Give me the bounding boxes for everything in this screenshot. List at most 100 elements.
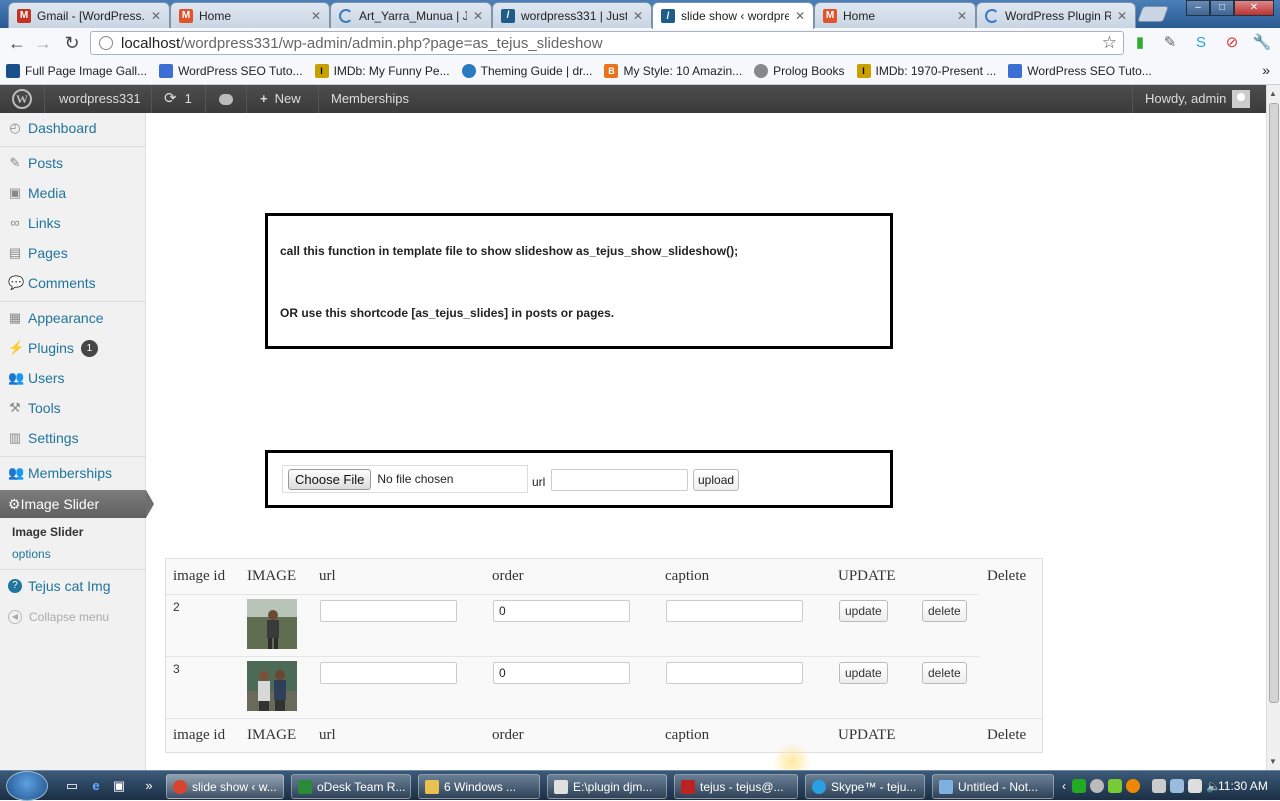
- updates-link[interactable]: ⟳ 1: [164, 85, 192, 113]
- caption-field[interactable]: [666, 662, 803, 684]
- url-field[interactable]: [320, 662, 457, 684]
- eyedropper-extension-icon[interactable]: ✎: [1160, 33, 1180, 53]
- network-icon[interactable]: [1170, 779, 1184, 793]
- minimize-button[interactable]: –: [1186, 0, 1210, 16]
- sidebar-item-memberships[interactable]: 👥 Memberships: [0, 458, 146, 488]
- url-field[interactable]: [320, 600, 457, 622]
- tray-expand-icon[interactable]: ‹: [1062, 779, 1066, 793]
- tab-home-2[interactable]: M Home ✕: [814, 2, 976, 28]
- tab-gmail[interactable]: M Gmail - [WordPress.o ✕: [8, 2, 170, 28]
- sidebar-item-links[interactable]: ∞ Links: [0, 208, 146, 238]
- sidebar-item-settings[interactable]: ▥ Settings: [0, 423, 146, 453]
- explorer-icon[interactable]: ▣: [110, 777, 128, 795]
- close-icon[interactable]: ✕: [473, 9, 483, 23]
- bookmark-item[interactable]: Theming Guide | dr...: [461, 64, 592, 78]
- window-close-button[interactable]: ✕: [1234, 0, 1274, 16]
- sidebar-item-tejus-cat-img[interactable]: ? Tejus cat Img: [0, 571, 146, 601]
- comments-link[interactable]: [219, 85, 233, 113]
- block-extension-icon[interactable]: ⊘: [1222, 33, 1242, 53]
- address-bar[interactable]: localhost/wordpress331/wp-admin/admin.ph…: [90, 31, 1124, 55]
- sidebar-item-dashboard[interactable]: ◴ Dashboard: [0, 113, 146, 143]
- bookmark-item[interactable]: Prolog Books: [754, 64, 845, 78]
- stats-extension-icon[interactable]: ▮: [1130, 33, 1150, 53]
- new-content-menu[interactable]: + New: [260, 85, 301, 113]
- taskbar-item-skype[interactable]: Skype™ - teju...: [805, 774, 925, 799]
- tray-app-icon[interactable]: [1072, 779, 1086, 793]
- tray-app-icon[interactable]: [1152, 779, 1166, 793]
- collapse-menu-button[interactable]: ◀ Collapse menu: [8, 610, 109, 624]
- show-desktop-icon[interactable]: ▭: [63, 777, 81, 795]
- sidebar-item-appearance[interactable]: ▦ Appearance: [0, 303, 146, 333]
- back-button[interactable]: ←: [6, 32, 28, 54]
- bookmark-item[interactable]: Full Page Image Gall...: [6, 64, 147, 78]
- delete-button[interactable]: delete: [922, 662, 967, 684]
- tab-slide-show[interactable]: / slide show ‹ wordpre ✕: [652, 2, 814, 29]
- forward-button[interactable]: →: [32, 32, 54, 54]
- bookmark-item[interactable]: WordPress SEO Tuto...: [1008, 64, 1152, 78]
- taskbar-item-chrome[interactable]: slide show ‹ w...: [166, 774, 284, 799]
- reload-button[interactable]: ↻: [61, 32, 83, 54]
- close-icon[interactable]: ✕: [633, 9, 643, 23]
- close-icon[interactable]: ✕: [311, 9, 321, 23]
- start-button[interactable]: [6, 771, 48, 801]
- tray-app-icon[interactable]: [1108, 779, 1122, 793]
- update-button[interactable]: update: [839, 600, 888, 622]
- my-account-menu[interactable]: Howdy, admin: [1145, 85, 1251, 113]
- delete-button[interactable]: delete: [922, 600, 967, 622]
- site-name-link[interactable]: wordpress331: [59, 85, 141, 113]
- sidebar-item-posts[interactable]: ✎ Posts: [0, 148, 146, 178]
- close-icon[interactable]: ✕: [795, 9, 805, 23]
- bookmark-item[interactable]: I IMDb: 1970-Present ...: [856, 64, 996, 78]
- sidebar-item-comments[interactable]: 💬 Comments: [0, 268, 146, 298]
- bookmark-item[interactable]: WordPress SEO Tuto...: [159, 64, 303, 78]
- update-button[interactable]: update: [839, 662, 888, 684]
- close-icon[interactable]: ✕: [151, 9, 161, 23]
- skype-extension-icon[interactable]: S: [1191, 33, 1211, 53]
- more-quicklaunch-icon[interactable]: »: [140, 777, 158, 795]
- scroll-up-arrow-icon[interactable]: ▲: [1269, 89, 1277, 98]
- file-input[interactable]: Choose File No file chosen: [282, 465, 528, 493]
- order-field[interactable]: 0: [493, 600, 630, 622]
- order-field[interactable]: 0: [493, 662, 630, 684]
- maximize-button[interactable]: □: [1210, 0, 1234, 16]
- bookmark-item[interactable]: I IMDb: My Funny Pe...: [314, 64, 450, 78]
- close-icon[interactable]: ✕: [957, 9, 967, 23]
- tab-home[interactable]: M Home ✕: [170, 2, 330, 28]
- sidebar-item-image-slider[interactable]: ⚙ Image Slider: [0, 490, 154, 518]
- close-icon[interactable]: ✕: [1117, 9, 1127, 23]
- bookmark-item[interactable]: B My Style: 10 Amazin...: [604, 64, 742, 78]
- submenu-options[interactable]: options: [12, 547, 51, 561]
- sidebar-item-plugins[interactable]: ⚡ Plugins 1: [0, 333, 146, 363]
- scroll-down-arrow-icon[interactable]: ▼: [1269, 757, 1277, 766]
- page-scrollbar[interactable]: ▲ ▼: [1266, 85, 1280, 770]
- tray-app-icon[interactable]: [1126, 779, 1140, 793]
- upload-button[interactable]: upload: [693, 469, 740, 491]
- submenu-image-slider[interactable]: Image Slider: [12, 525, 83, 539]
- url-input[interactable]: [551, 469, 688, 491]
- taskbar-item-odesk[interactable]: oDesk Team R...: [291, 774, 411, 799]
- system-clock[interactable]: 11:30 AM: [1218, 779, 1268, 793]
- taskbar-item-filezilla[interactable]: tejus - tejus@...: [674, 774, 798, 799]
- sidebar-item-media[interactable]: ▣ Media: [0, 178, 146, 208]
- bookmark-star-icon[interactable]: ☆: [1102, 33, 1117, 53]
- new-tab-button[interactable]: [1137, 6, 1169, 22]
- memberships-link[interactable]: Memberships: [331, 85, 409, 113]
- caption-field[interactable]: [666, 600, 803, 622]
- choose-file-button[interactable]: Choose File: [288, 468, 372, 490]
- power-icon[interactable]: [1188, 779, 1202, 793]
- taskbar-item-notepad-untitled[interactable]: Untitled - Not...: [932, 774, 1054, 799]
- wrench-menu-icon[interactable]: 🔧: [1252, 33, 1272, 53]
- scrollbar-thumb[interactable]: [1269, 103, 1279, 703]
- taskbar-item-notepad-plugin[interactable]: E:\plugin djm...: [547, 774, 667, 799]
- more-bookmarks-icon[interactable]: »: [1262, 62, 1270, 78]
- sidebar-item-tools[interactable]: ⚒ Tools: [0, 393, 146, 423]
- wp-logo-menu[interactable]: W: [12, 85, 32, 113]
- sidebar-item-users[interactable]: 👥 Users: [0, 363, 146, 393]
- tab-art-yarra[interactable]: Art_Yarra_Munua | Ju ✕: [330, 2, 492, 28]
- internet-explorer-icon[interactable]: e: [87, 777, 105, 795]
- sidebar-item-pages[interactable]: ▤ Pages: [0, 238, 146, 268]
- tab-wp-plugin-repo[interactable]: WordPress Plugin Re ✕: [976, 2, 1136, 28]
- tab-wordpress331[interactable]: / wordpress331 | Just a ✕: [492, 2, 652, 28]
- tray-app-icon[interactable]: [1090, 779, 1104, 793]
- taskbar-item-windows-explorer[interactable]: 6 Windows ...: [418, 774, 540, 799]
